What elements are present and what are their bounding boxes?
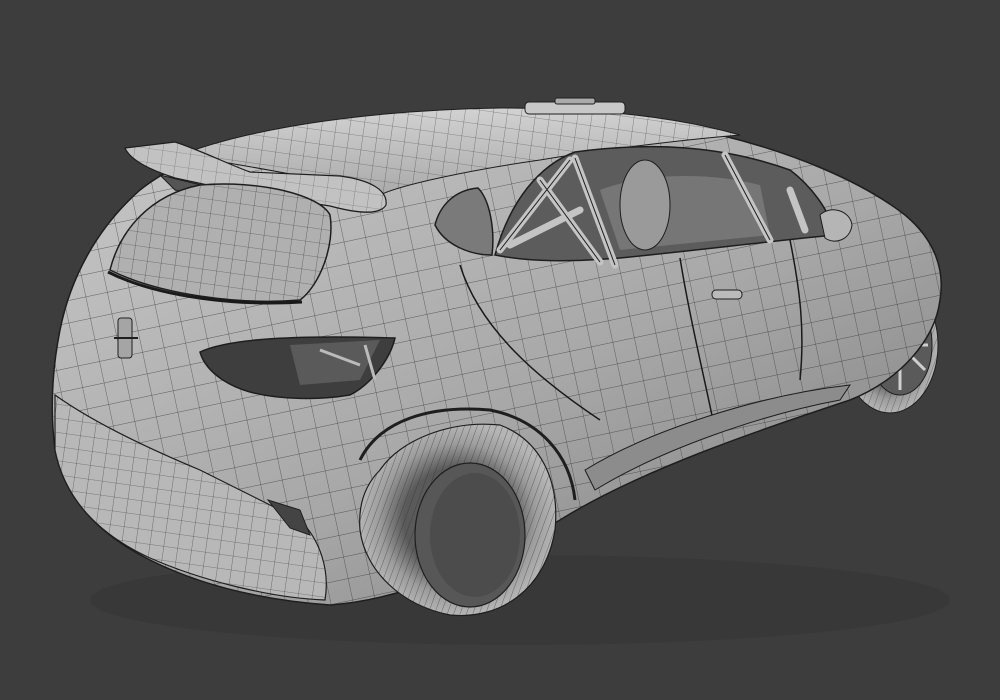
side-mirror	[819, 209, 853, 242]
door-handle	[711, 289, 743, 300]
seat-headrest	[619, 159, 671, 251]
car-render	[51, 97, 950, 645]
3d-viewport[interactable]	[0, 0, 1000, 700]
